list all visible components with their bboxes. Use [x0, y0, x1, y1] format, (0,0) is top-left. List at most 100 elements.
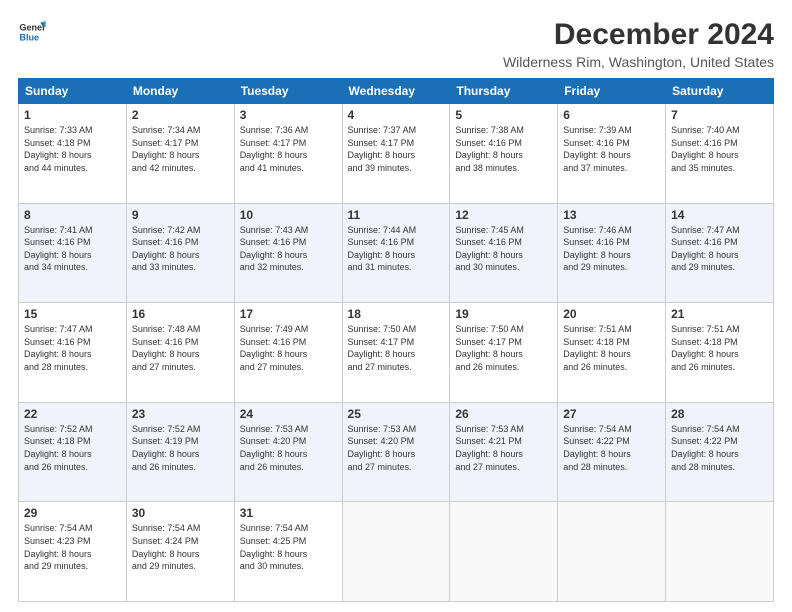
day-number: 27	[563, 407, 660, 421]
day-number: 1	[24, 108, 121, 122]
day-info: Sunrise: 7:36 AMSunset: 4:17 PMDaylight:…	[240, 124, 337, 174]
week-row-1: 1 Sunrise: 7:33 AMSunset: 4:18 PMDaylight…	[19, 104, 774, 204]
day-number: 11	[348, 208, 445, 222]
day-number: 18	[348, 307, 445, 321]
day-cell: 20Sunrise: 7:51 AMSunset: 4:18 PMDayligh…	[558, 303, 666, 403]
day-cell: 3 Sunrise: 7:36 AMSunset: 4:17 PMDaylight…	[234, 104, 342, 204]
day-number: 8	[24, 208, 121, 222]
day-info: Sunrise: 7:33 AMSunset: 4:18 PMDaylight:…	[24, 124, 121, 174]
day-number: 26	[455, 407, 552, 421]
day-number: 3	[240, 108, 337, 122]
day-number: 17	[240, 307, 337, 321]
day-number: 5	[455, 108, 552, 122]
day-info: Sunrise: 7:47 AMSunset: 4:16 PMDaylight:…	[24, 323, 121, 373]
dow-header-sunday: Sunday	[19, 79, 127, 104]
day-cell: 25Sunrise: 7:53 AMSunset: 4:20 PMDayligh…	[342, 402, 450, 502]
day-info: Sunrise: 7:45 AMSunset: 4:16 PMDaylight:…	[455, 224, 552, 274]
day-info: Sunrise: 7:50 AMSunset: 4:17 PMDaylight:…	[455, 323, 552, 373]
dow-header-tuesday: Tuesday	[234, 79, 342, 104]
day-cell: 8 Sunrise: 7:41 AMSunset: 4:16 PMDaylight…	[19, 203, 127, 303]
dow-header-wednesday: Wednesday	[342, 79, 450, 104]
day-info: Sunrise: 7:37 AMSunset: 4:17 PMDaylight:…	[348, 124, 445, 174]
day-number: 9	[132, 208, 229, 222]
day-cell: 12Sunrise: 7:45 AMSunset: 4:16 PMDayligh…	[450, 203, 558, 303]
day-number: 14	[671, 208, 768, 222]
day-cell: 10Sunrise: 7:43 AMSunset: 4:16 PMDayligh…	[234, 203, 342, 303]
week-row-4: 22Sunrise: 7:52 AMSunset: 4:18 PMDayligh…	[19, 402, 774, 502]
day-info: Sunrise: 7:52 AMSunset: 4:19 PMDaylight:…	[132, 423, 229, 473]
days-of-week-row: SundayMondayTuesdayWednesdayThursdayFrid…	[19, 79, 774, 104]
day-cell: 7 Sunrise: 7:40 AMSunset: 4:16 PMDaylight…	[666, 104, 774, 204]
day-cell: 6 Sunrise: 7:39 AMSunset: 4:16 PMDaylight…	[558, 104, 666, 204]
day-number: 13	[563, 208, 660, 222]
day-info: Sunrise: 7:47 AMSunset: 4:16 PMDaylight:…	[671, 224, 768, 274]
day-cell	[450, 502, 558, 602]
logo: General Blue	[18, 18, 46, 46]
day-number: 29	[24, 506, 121, 520]
day-cell: 1 Sunrise: 7:33 AMSunset: 4:18 PMDaylight…	[19, 104, 127, 204]
day-cell: 18Sunrise: 7:50 AMSunset: 4:17 PMDayligh…	[342, 303, 450, 403]
day-number: 2	[132, 108, 229, 122]
day-cell: 30Sunrise: 7:54 AMSunset: 4:24 PMDayligh…	[126, 502, 234, 602]
location-title: Wilderness Rim, Washington, United State…	[503, 54, 774, 70]
day-info: Sunrise: 7:52 AMSunset: 4:18 PMDaylight:…	[24, 423, 121, 473]
day-cell: 31 Sunrise: 7:54 AMSunset: 4:25 PMDayligh…	[234, 502, 342, 602]
day-cell: 27 Sunrise: 7:54 AMSunset: 4:22 PMDayligh…	[558, 402, 666, 502]
day-number: 21	[671, 307, 768, 321]
logo-icon: General Blue	[18, 18, 46, 46]
day-info: Sunrise: 7:53 AMSunset: 4:21 PMDaylight:…	[455, 423, 552, 473]
calendar-body: 1 Sunrise: 7:33 AMSunset: 4:18 PMDaylight…	[19, 104, 774, 602]
day-info: Sunrise: 7:53 AMSunset: 4:20 PMDaylight:…	[348, 423, 445, 473]
day-number: 31	[240, 506, 337, 520]
day-cell: 29 Sunrise: 7:54 AMSunset: 4:23 PMDayligh…	[19, 502, 127, 602]
week-row-3: 15 Sunrise: 7:47 AMSunset: 4:16 PMDayligh…	[19, 303, 774, 403]
day-info: Sunrise: 7:54 AMSunset: 4:24 PMDaylight:…	[132, 522, 229, 572]
dow-header-monday: Monday	[126, 79, 234, 104]
day-info: Sunrise: 7:38 AMSunset: 4:16 PMDaylight:…	[455, 124, 552, 174]
day-info: Sunrise: 7:40 AMSunset: 4:16 PMDaylight:…	[671, 124, 768, 174]
calendar: SundayMondayTuesdayWednesdayThursdayFrid…	[18, 78, 774, 602]
week-row-2: 8 Sunrise: 7:41 AMSunset: 4:16 PMDaylight…	[19, 203, 774, 303]
day-cell: 5 Sunrise: 7:38 AMSunset: 4:16 PMDaylight…	[450, 104, 558, 204]
day-info: Sunrise: 7:51 AMSunset: 4:18 PMDaylight:…	[671, 323, 768, 373]
day-number: 19	[455, 307, 552, 321]
day-cell	[666, 502, 774, 602]
day-info: Sunrise: 7:51 AMSunset: 4:18 PMDaylight:…	[563, 323, 660, 373]
day-info: Sunrise: 7:54 AMSunset: 4:23 PMDaylight:…	[24, 522, 121, 572]
day-number: 4	[348, 108, 445, 122]
day-info: Sunrise: 7:54 AMSunset: 4:22 PMDaylight:…	[671, 423, 768, 473]
day-cell: 13Sunrise: 7:46 AMSunset: 4:16 PMDayligh…	[558, 203, 666, 303]
day-cell: 4 Sunrise: 7:37 AMSunset: 4:17 PMDaylight…	[342, 104, 450, 204]
day-number: 7	[671, 108, 768, 122]
day-cell: 9 Sunrise: 7:42 AMSunset: 4:16 PMDaylight…	[126, 203, 234, 303]
day-cell: 15 Sunrise: 7:47 AMSunset: 4:16 PMDayligh…	[19, 303, 127, 403]
day-info: Sunrise: 7:48 AMSunset: 4:16 PMDaylight:…	[132, 323, 229, 373]
day-number: 15	[24, 307, 121, 321]
day-cell: 2 Sunrise: 7:34 AMSunset: 4:17 PMDaylight…	[126, 104, 234, 204]
dow-header-saturday: Saturday	[666, 79, 774, 104]
day-cell: 26 Sunrise: 7:53 AMSunset: 4:21 PMDayligh…	[450, 402, 558, 502]
day-info: Sunrise: 7:39 AMSunset: 4:16 PMDaylight:…	[563, 124, 660, 174]
day-info: Sunrise: 7:44 AMSunset: 4:16 PMDaylight:…	[348, 224, 445, 274]
day-cell	[558, 502, 666, 602]
day-info: Sunrise: 7:54 AMSunset: 4:25 PMDaylight:…	[240, 522, 337, 572]
day-info: Sunrise: 7:49 AMSunset: 4:16 PMDaylight:…	[240, 323, 337, 373]
day-info: Sunrise: 7:42 AMSunset: 4:16 PMDaylight:…	[132, 224, 229, 274]
day-cell: 23Sunrise: 7:52 AMSunset: 4:19 PMDayligh…	[126, 402, 234, 502]
day-cell: 22Sunrise: 7:52 AMSunset: 4:18 PMDayligh…	[19, 402, 127, 502]
day-number: 16	[132, 307, 229, 321]
day-info: Sunrise: 7:34 AMSunset: 4:17 PMDaylight:…	[132, 124, 229, 174]
day-cell: 19 Sunrise: 7:50 AMSunset: 4:17 PMDayligh…	[450, 303, 558, 403]
day-cell: 28Sunrise: 7:54 AMSunset: 4:22 PMDayligh…	[666, 402, 774, 502]
svg-text:Blue: Blue	[19, 32, 39, 42]
day-info: Sunrise: 7:54 AMSunset: 4:22 PMDaylight:…	[563, 423, 660, 473]
dow-header-thursday: Thursday	[450, 79, 558, 104]
dow-header-friday: Friday	[558, 79, 666, 104]
day-number: 6	[563, 108, 660, 122]
day-info: Sunrise: 7:41 AMSunset: 4:16 PMDaylight:…	[24, 224, 121, 274]
week-row-5: 29 Sunrise: 7:54 AMSunset: 4:23 PMDayligh…	[19, 502, 774, 602]
day-cell: 11 Sunrise: 7:44 AMSunset: 4:16 PMDayligh…	[342, 203, 450, 303]
day-info: Sunrise: 7:53 AMSunset: 4:20 PMDaylight:…	[240, 423, 337, 473]
day-cell: 21 Sunrise: 7:51 AMSunset: 4:18 PMDayligh…	[666, 303, 774, 403]
day-cell: 17 Sunrise: 7:49 AMSunset: 4:16 PMDayligh…	[234, 303, 342, 403]
